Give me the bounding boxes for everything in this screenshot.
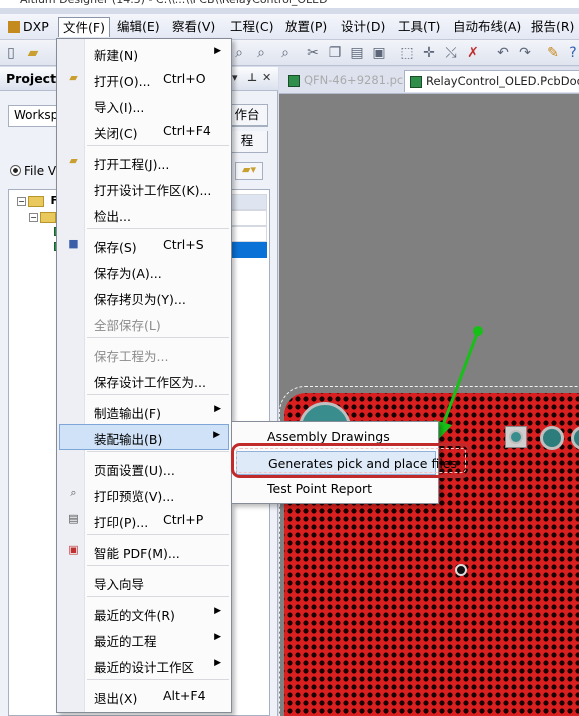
menu-separator xyxy=(87,228,229,229)
menu-item-save-all[interactable]: 全部保存(L) xyxy=(59,310,229,336)
menu-item-recent-workspaces[interactable]: 最近的设计工作区 ▶ xyxy=(59,652,229,678)
menu-label: 智能 PDF(M)... xyxy=(94,546,180,561)
menu-separator xyxy=(87,337,229,338)
open-folder-icon: ▰ xyxy=(69,71,78,84)
menu-label: 检出... xyxy=(94,209,131,224)
menu-item-smart-pdf[interactable]: ▣ 智能 PDF(M)... xyxy=(59,538,229,564)
menu-label: 打印预览(V)... xyxy=(94,489,175,504)
menu-item-print[interactable]: ▤ 打印(P)... Ctrl+P xyxy=(59,507,229,533)
menu-label: 全部保存(L) xyxy=(94,318,161,333)
menu-separator xyxy=(87,534,229,535)
menu-label: 页面设置(U)... xyxy=(94,463,175,478)
menu-item-recent-files[interactable]: 最近的文件(R) ▶ xyxy=(59,600,229,626)
menu-separator xyxy=(87,565,229,566)
menu-label: 导入(I)... xyxy=(94,100,145,115)
menu-label: 保存(S) xyxy=(94,240,137,255)
submenu-arrow-icon: ▶ xyxy=(214,404,221,414)
menu-label: 保存为(A)... xyxy=(94,266,162,281)
print-preview-icon: ⌕ xyxy=(70,486,77,499)
menu-item-save-project-as[interactable]: 保存工程为... xyxy=(59,341,229,367)
menu-item-new[interactable]: 新建(N) ▶ xyxy=(59,40,229,66)
menu-item-open[interactable]: ▰ 打开(O)... Ctrl+O xyxy=(59,66,229,92)
menu-item-save-copy-as[interactable]: 保存拷贝为(Y)... xyxy=(59,284,229,310)
menu-item-exit[interactable]: 退出(X) Alt+F4 xyxy=(59,683,229,709)
menu-item-save-as[interactable]: 保存为(A)... xyxy=(59,258,229,284)
menu-label: 打开工程(J)... xyxy=(94,157,170,172)
menu-item-checkout[interactable]: 检出... xyxy=(59,201,229,227)
open-project-icon: ▰ xyxy=(69,154,78,167)
menu-label: 导入向导 xyxy=(94,577,145,592)
menu-label: 保存拷贝为(Y)... xyxy=(94,292,186,307)
menu-item-open-project[interactable]: ▰ 打开工程(J)... xyxy=(59,149,229,175)
menu-label: 装配输出(B) xyxy=(94,432,163,447)
submenu-label: Test Point Report xyxy=(267,481,373,496)
menu-label: 最近的设计工作区 xyxy=(94,660,195,675)
menu-item-assembly-outputs[interactable]: 装配输出(B) ▶ xyxy=(59,424,229,450)
submenu-label: Assembly Drawings xyxy=(267,429,390,444)
menu-item-import-wizard[interactable]: 导入向导 xyxy=(59,569,229,595)
menu-separator xyxy=(87,596,229,597)
menu-shortcut: Ctrl+S xyxy=(163,237,204,252)
submenu-arrow-icon: ▶ xyxy=(214,606,221,616)
menu-label: 制造输出(F) xyxy=(94,406,161,421)
menu-separator xyxy=(87,394,229,395)
print-icon: ▤ xyxy=(68,512,79,525)
menu-item-save-workspace-as[interactable]: 保存设计工作区为... xyxy=(59,367,229,393)
menu-label: 打开(O)... xyxy=(94,74,151,89)
save-icon: ■ xyxy=(68,237,79,250)
menu-item-print-preview[interactable]: ⌕ 打印预览(V)... xyxy=(59,481,229,507)
submenu-arrow-icon: ▶ xyxy=(214,658,221,668)
highlight-callout xyxy=(231,443,471,478)
menu-item-close[interactable]: 关闭(C) Ctrl+F4 xyxy=(59,118,229,144)
menu-separator xyxy=(87,451,229,452)
menu-item-save[interactable]: ■ 保存(S) Ctrl+S xyxy=(59,232,229,258)
menu-label: 退出(X) xyxy=(94,691,138,706)
submenu-arrow-icon: ▶ xyxy=(214,46,221,56)
menu-shortcut: Ctrl+P xyxy=(163,512,204,527)
submenu-arrow-icon: ▶ xyxy=(213,430,220,440)
menu-item-import[interactable]: 导入(I)... xyxy=(59,92,229,118)
menu-separator xyxy=(87,145,229,146)
pointer-arrow xyxy=(441,330,480,426)
menu-separator xyxy=(87,679,229,680)
menu-item-open-workspace[interactable]: 打开设计工作区(K)... xyxy=(59,175,229,201)
menu-label: 最近的工程 xyxy=(94,634,157,649)
submenu-arrow-icon: ▶ xyxy=(214,632,221,642)
menu-label: 关闭(C) xyxy=(94,126,138,141)
file-menu-dropdown: 新建(N) ▶ ▰ 打开(O)... Ctrl+O 导入(I)... 关闭(C) Ctr… xyxy=(56,38,232,713)
menu-shortcut: Ctrl+O xyxy=(163,71,206,86)
menu-label: 保存设计工作区为... xyxy=(94,375,206,390)
menu-shortcut: Ctrl+F4 xyxy=(163,123,211,138)
menu-item-recent-projects[interactable]: 最近的工程 ▶ xyxy=(59,626,229,652)
menu-label: 新建(N) xyxy=(94,48,139,63)
pdf-icon: ▣ xyxy=(68,543,79,556)
submenu-item-test-point-report[interactable]: Test Point Report xyxy=(236,477,436,501)
menu-label: 打开设计工作区(K)... xyxy=(94,183,212,198)
menu-label: 打印(P)... xyxy=(94,515,149,530)
menu-item-fabrication-outputs[interactable]: 制造输出(F) ▶ xyxy=(59,398,229,424)
menu-shortcut: Alt+F4 xyxy=(163,688,206,703)
menu-label: 最近的文件(R) xyxy=(94,608,175,623)
menu-label: 保存工程为... xyxy=(94,349,169,364)
arrow-origin-dot xyxy=(473,326,483,336)
menu-item-page-setup[interactable]: 页面设置(U)... xyxy=(59,455,229,481)
